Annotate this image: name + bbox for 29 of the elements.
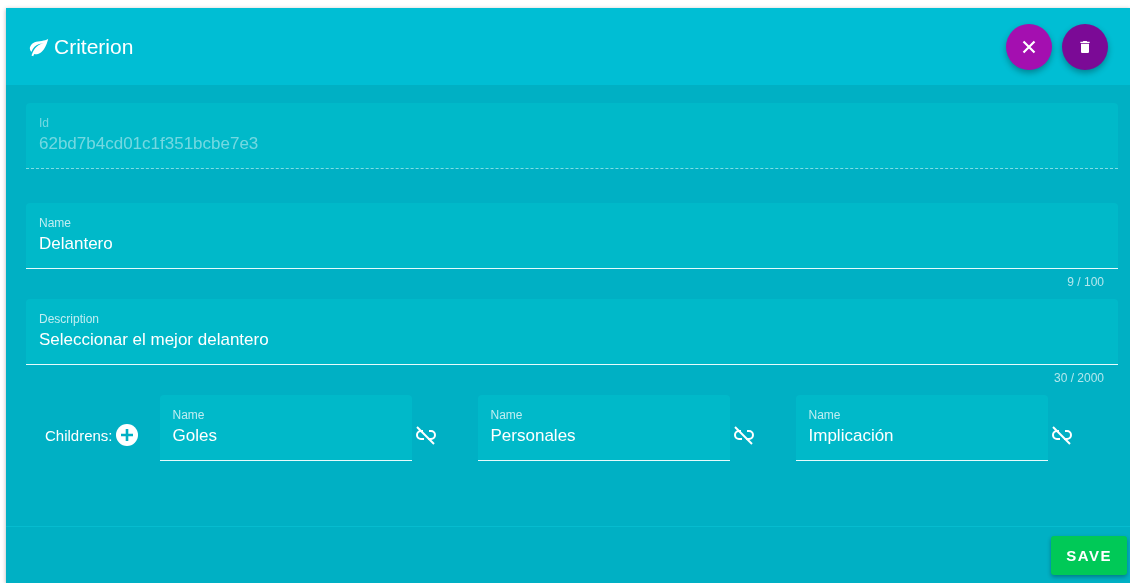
field-value: 62bd7b4cd01c1f351bcbe7e3 (39, 134, 260, 154)
field-label: Name (490, 408, 524, 422)
unlink-icon[interactable] (731, 423, 756, 447)
text-field[interactable]: Name Delantero (26, 203, 1118, 269)
text-field[interactable]: Description Seleccionar el mejor delantero (26, 299, 1118, 365)
add-icon[interactable] (114, 423, 139, 447)
close-button[interactable] (1006, 23, 1052, 70)
delete-button[interactable] (1062, 23, 1108, 70)
field-label: Name (172, 408, 206, 422)
field-value: Seleccionar el mejor delantero (39, 330, 270, 350)
field-label: Name (808, 408, 842, 422)
trash-icon (1077, 38, 1093, 55)
field-value: Implicación (808, 426, 895, 446)
field-label: Description (39, 312, 101, 326)
save-button[interactable]: SAVE (1051, 535, 1127, 575)
field-value: Goles (172, 426, 218, 446)
field-value: Delantero (39, 234, 114, 254)
childrens-label: Childrens: (45, 426, 113, 444)
unlink-icon[interactable] (413, 423, 438, 447)
field-value: Personales (490, 426, 577, 446)
text-field[interactable]: Name Personales (477, 395, 730, 461)
dialog-title: Criterion (54, 34, 134, 59)
unlink-icon[interactable] (1049, 423, 1074, 447)
text-field[interactable]: Name Implicación (795, 395, 1048, 461)
text-field[interactable]: Name Goles (159, 395, 412, 461)
character-counter: 9 / 100 (1066, 274, 1105, 291)
character-counter: 30 / 2000 (1052, 370, 1105, 387)
field-label: Id (39, 116, 50, 130)
field-label: Name (39, 216, 72, 230)
